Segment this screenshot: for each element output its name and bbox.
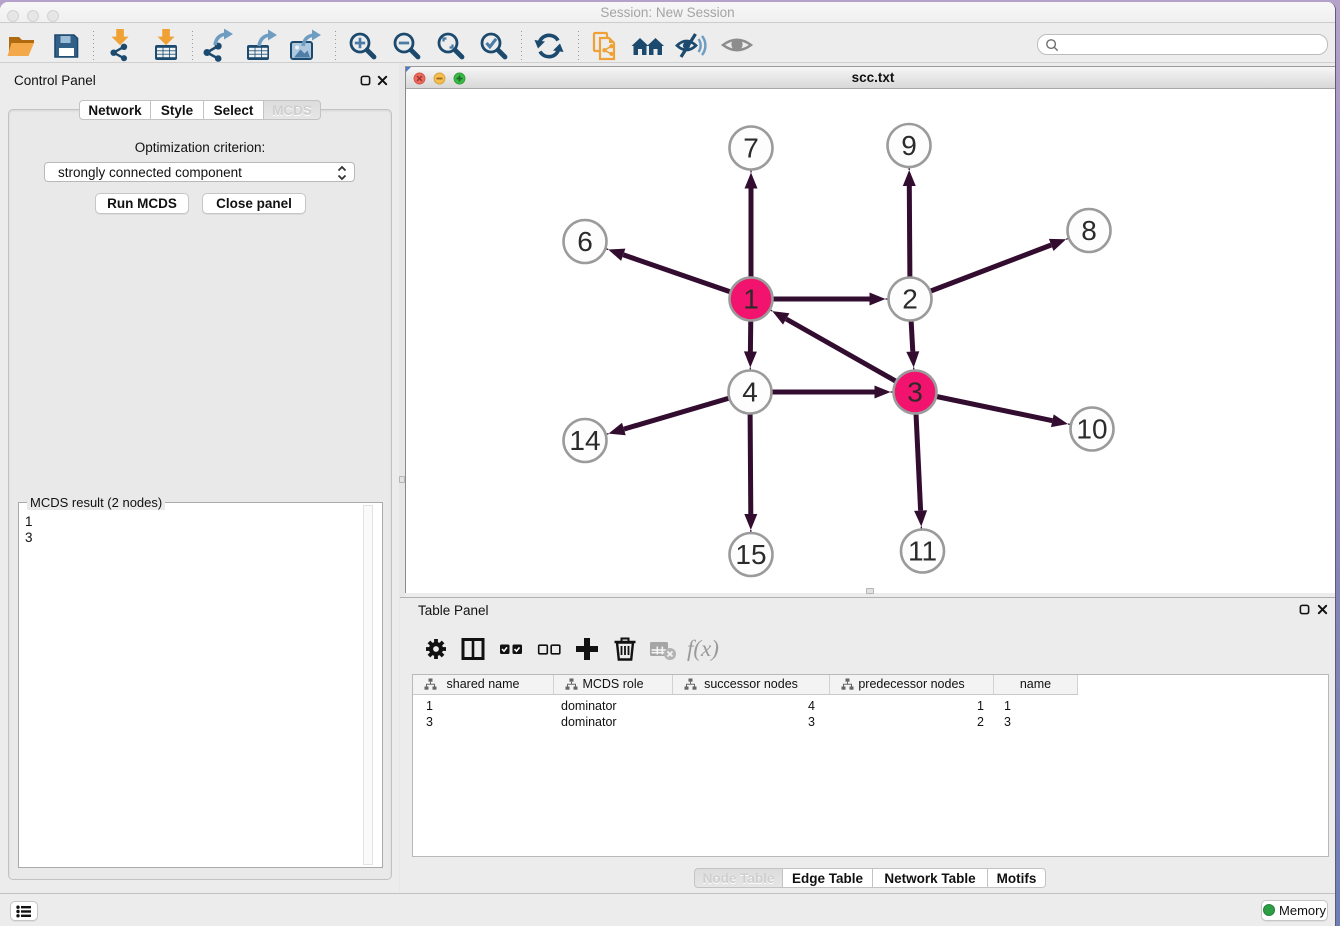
svg-text:3: 3 [907, 377, 923, 408]
svg-text:10: 10 [1076, 414, 1107, 445]
svg-text:7: 7 [743, 133, 759, 164]
svg-text:15: 15 [735, 539, 766, 570]
svg-text:14: 14 [569, 425, 600, 456]
svg-text:8: 8 [1081, 215, 1097, 246]
svg-text:4: 4 [742, 377, 758, 408]
svg-text:2: 2 [902, 284, 918, 315]
svg-text:9: 9 [901, 130, 917, 161]
svg-text:6: 6 [577, 226, 593, 257]
svg-text:11: 11 [908, 536, 937, 567]
svg-text:1: 1 [743, 284, 759, 315]
